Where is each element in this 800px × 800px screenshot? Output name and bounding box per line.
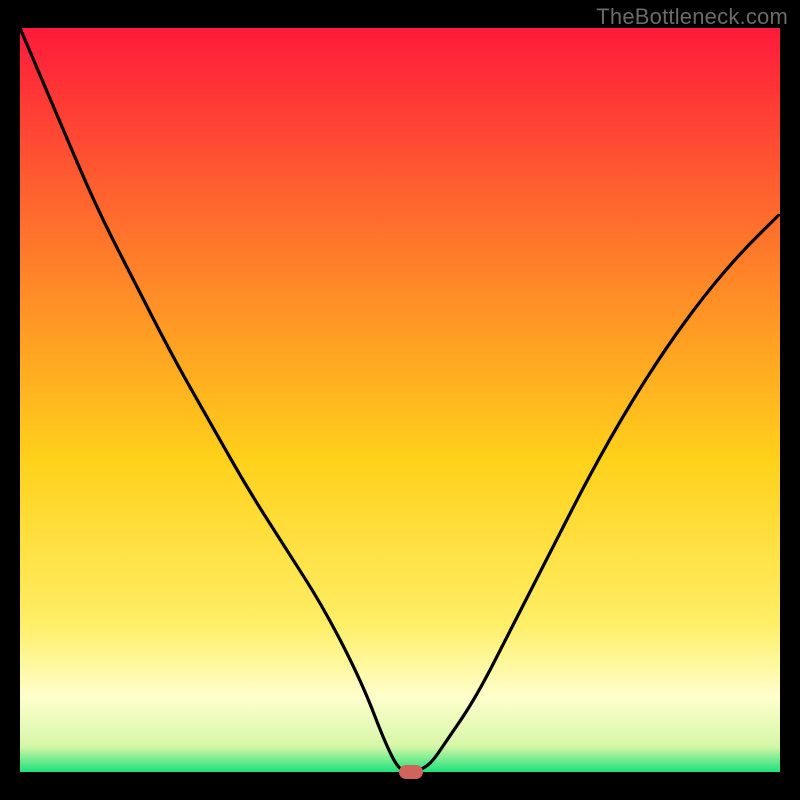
- plot-area: [20, 28, 780, 772]
- watermark-text: TheBottleneck.com: [596, 4, 788, 30]
- optimal-point-marker: [399, 765, 423, 779]
- chart-svg: [20, 28, 780, 772]
- chart-frame: TheBottleneck.com: [0, 0, 800, 800]
- gradient-background: [20, 28, 780, 772]
